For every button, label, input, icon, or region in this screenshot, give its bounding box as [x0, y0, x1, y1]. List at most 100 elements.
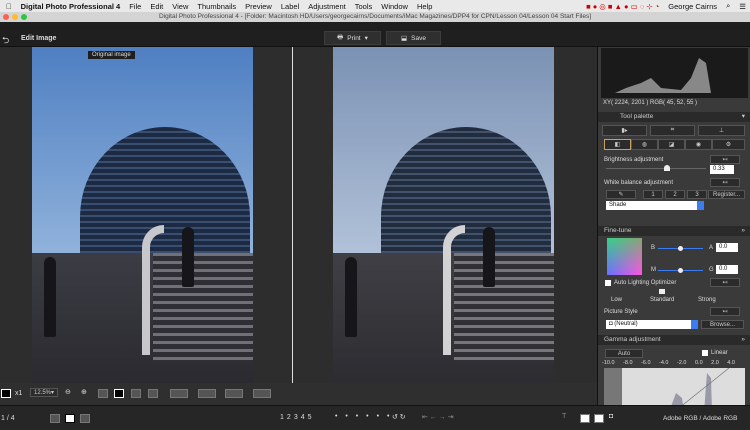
menu-window[interactable]: Window — [381, 2, 408, 11]
wb-select[interactable]: Shade — [606, 201, 704, 210]
collapse-icon[interactable]: » — [741, 226, 745, 236]
tick: 4.0 — [727, 360, 735, 366]
gamma-header[interactable]: Gamma adjustment» — [598, 335, 750, 345]
level-standard[interactable]: Standard — [650, 297, 674, 303]
filmstrip-view-icon[interactable] — [65, 414, 75, 423]
level-low[interactable]: Low — [611, 297, 622, 303]
picture-style-select[interactable]: ◘ (Neutral) — [606, 320, 698, 329]
tab-color[interactable]: ◉ — [685, 139, 712, 150]
brightness-input[interactable]: 0.33 — [710, 165, 734, 174]
wb-preset-3[interactable]: 3 — [687, 190, 707, 199]
status-icons: ■ ● ◎ ■ ▲ ● ▭ ◌ ⊹ ◔ — [586, 2, 659, 11]
apple-icon[interactable]:  — [6, 2, 12, 11]
linear-checkbox[interactable] — [702, 350, 708, 356]
brightness-thumb[interactable] — [664, 165, 670, 171]
brightness-slider[interactable] — [606, 168, 706, 169]
mg-slider[interactable] — [658, 270, 703, 271]
column-view-icon[interactable] — [80, 414, 90, 423]
chevron-down-icon[interactable]: ▾ — [742, 112, 745, 122]
zoom-select[interactable]: 12.5%▾ — [30, 388, 58, 397]
grid-view-icon[interactable] — [50, 414, 60, 423]
camera-icon[interactable]: ◘ — [609, 413, 613, 420]
rating-4[interactable]: 4 — [301, 414, 305, 421]
histogram-toggle-icon[interactable] — [580, 414, 590, 423]
wb-select-value: Shade — [609, 202, 626, 208]
stamp-tool-button[interactable]: ⊥ — [698, 125, 745, 136]
menu-list-icon[interactable]: ☰ — [739, 2, 746, 11]
original-image[interactable] — [32, 47, 253, 383]
eyedropper-button[interactable]: ✎ — [606, 190, 636, 199]
menu-view[interactable]: View — [172, 2, 188, 11]
rating-3[interactable]: 3 — [294, 414, 298, 421]
top-strip — [0, 22, 750, 30]
rotate-icons[interactable]: ↺ ↻ — [392, 413, 406, 421]
chevron-down-icon[interactable]: ▾ — [365, 34, 368, 42]
text-tool-icon[interactable]: T — [562, 413, 566, 420]
view-split-icon[interactable] — [131, 389, 141, 398]
zoom-button[interactable] — [21, 14, 27, 20]
tab-curve[interactable]: ◪ — [658, 139, 685, 150]
view-grid-icon[interactable] — [148, 389, 158, 398]
menu-tools[interactable]: Tools — [355, 2, 373, 11]
tab-settings[interactable]: ⚙ — [712, 139, 745, 150]
palette-toggle-icon[interactable] — [594, 414, 604, 423]
rating-5[interactable]: 5 — [308, 414, 312, 421]
zoom-x1-button[interactable]: x1 — [15, 390, 22, 397]
menu-help[interactable]: Help — [417, 2, 432, 11]
menu-adjustment[interactable]: Adjustment — [308, 2, 346, 11]
edited-image[interactable] — [333, 47, 554, 383]
print-button[interactable]: 🖶Print▾ — [324, 31, 381, 45]
picture-style-reset-button[interactable]: ↤ — [710, 307, 740, 316]
save-button[interactable]: ⬓Save — [386, 31, 441, 45]
color-grid[interactable] — [607, 238, 642, 275]
zoom-out-icon[interactable]: ⊖ — [65, 388, 71, 396]
minimize-button[interactable] — [12, 14, 18, 20]
search-icon[interactable]: ⌕ — [726, 1, 730, 11]
wb-preset-1[interactable]: 1 — [643, 190, 663, 199]
navigation-icons[interactable]: ⇤ ← → ⇥ — [422, 413, 454, 421]
g-input[interactable]: 0.0 — [716, 265, 738, 274]
highlight-icon[interactable] — [198, 389, 216, 398]
app-menu[interactable]: Digital Photo Professional 4 — [21, 2, 121, 11]
menu-label[interactable]: Label — [281, 2, 299, 11]
rating-1[interactable]: 1 — [280, 414, 284, 421]
fit-icon[interactable] — [1, 389, 11, 398]
brightness-reset-button[interactable]: ↤ — [710, 155, 740, 164]
tool-palette-header[interactable]: Tool palette▾ — [598, 112, 750, 122]
crop-tool-button[interactable]: ⌗ — [650, 125, 695, 136]
menu-preview[interactable]: Preview — [245, 2, 272, 11]
alo-checkbox[interactable] — [605, 280, 611, 286]
split-divider[interactable] — [292, 47, 293, 383]
user-name[interactable]: George Cairns — [668, 2, 717, 11]
fine-tune-header[interactable]: Fine-tune» — [598, 226, 750, 236]
tick: 0.0 — [695, 360, 703, 366]
ba-thumb[interactable] — [678, 246, 683, 251]
mg-thumb[interactable] — [678, 268, 683, 273]
zoom-in-icon[interactable]: ⊕ — [81, 388, 87, 396]
wb-reset-button[interactable]: ↤ — [710, 178, 740, 187]
af-point-icon[interactable] — [170, 389, 188, 398]
a-input[interactable]: 0.0 — [716, 243, 738, 252]
level-strong[interactable]: Strong — [698, 297, 716, 303]
tab-tone[interactable]: ◍ — [631, 139, 658, 150]
layout-icon[interactable] — [225, 389, 243, 398]
menu-edit[interactable]: Edit — [150, 2, 163, 11]
menu-file[interactable]: File — [129, 2, 141, 11]
rating-2[interactable]: 2 — [287, 414, 291, 421]
menu-thumbnails[interactable]: Thumbnails — [197, 2, 236, 11]
star-rating-dots[interactable]: • • • • • • — [335, 413, 392, 420]
view-single-icon[interactable] — [98, 389, 108, 398]
ba-slider[interactable] — [658, 248, 703, 249]
view-compare-icon[interactable] — [114, 389, 124, 398]
collapse-icon[interactable]: » — [741, 335, 745, 345]
info-icon[interactable] — [253, 389, 271, 398]
gamma-auto-button[interactable]: Auto — [605, 349, 643, 358]
wb-preset-2[interactable]: 2 — [665, 190, 685, 199]
alo-reset-button[interactable]: ↤ — [710, 278, 740, 287]
register-button[interactable]: Register... — [708, 190, 745, 199]
tab-basic[interactable]: ◧ — [604, 139, 631, 150]
tool-basic-button[interactable]: ▮▸ — [602, 125, 647, 136]
close-button[interactable] — [3, 14, 9, 20]
browse-button[interactable]: Browse... — [701, 320, 744, 329]
alo-level-thumb[interactable] — [659, 289, 665, 294]
